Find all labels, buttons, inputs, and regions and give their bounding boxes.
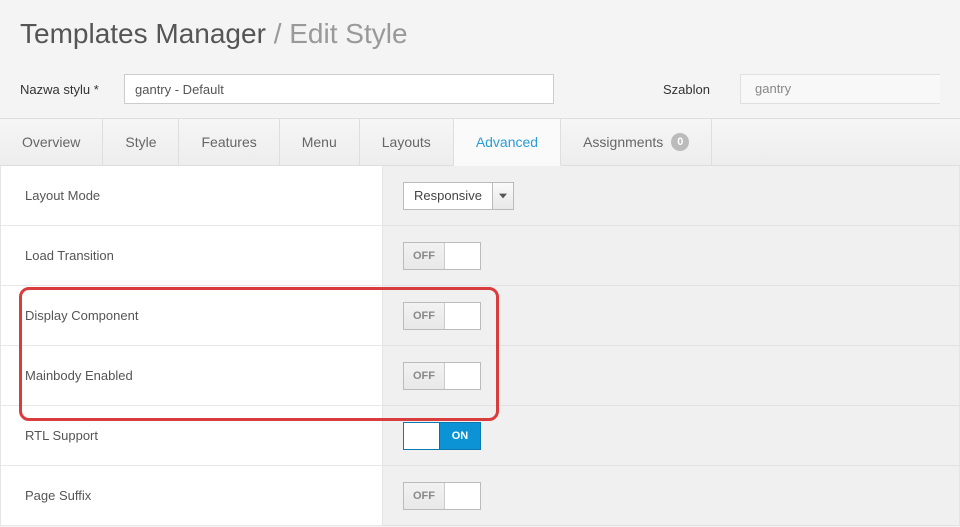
toggle-knob bbox=[444, 303, 480, 329]
display-component-toggle[interactable]: OFF bbox=[403, 302, 481, 330]
toggle-knob bbox=[444, 483, 480, 509]
tab-menu[interactable]: Menu bbox=[280, 119, 360, 165]
layout-mode-value: Responsive bbox=[403, 182, 492, 210]
row-control-rtl-support: ON bbox=[383, 406, 959, 466]
row-control-layout-mode: Responsive bbox=[383, 166, 959, 226]
template-value: gantry bbox=[740, 74, 940, 104]
load-transition-toggle[interactable]: OFF bbox=[403, 242, 481, 270]
style-name-input[interactable] bbox=[124, 74, 554, 104]
mainbody-enabled-toggle[interactable]: OFF bbox=[403, 362, 481, 390]
row-label-display-component: Display Component bbox=[1, 286, 382, 346]
template-group: Szablon gantry bbox=[663, 74, 940, 104]
settings-controls-column: Responsive OFF OFF OFF bbox=[383, 166, 960, 526]
toggle-state: ON bbox=[440, 423, 480, 449]
style-form-row: Nazwa stylu * Szablon gantry bbox=[0, 64, 960, 118]
tabs-bar: Overview Style Features Menu Layouts Adv… bbox=[0, 118, 960, 166]
title-sub: / Edit Style bbox=[274, 18, 408, 49]
layout-mode-select[interactable]: Responsive bbox=[403, 182, 514, 210]
tab-assignments-label: Assignments bbox=[583, 134, 663, 150]
toggle-state: OFF bbox=[404, 303, 444, 329]
tab-layouts[interactable]: Layouts bbox=[360, 119, 454, 165]
row-label-rtl-support: RTL Support bbox=[1, 406, 382, 466]
toggle-knob bbox=[404, 423, 440, 449]
toggle-state: OFF bbox=[404, 363, 444, 389]
tab-assignments[interactable]: Assignments 0 bbox=[561, 119, 712, 165]
title-main: Templates Manager bbox=[20, 18, 266, 49]
toggle-knob bbox=[444, 243, 480, 269]
style-name-label: Nazwa stylu * bbox=[20, 82, 110, 97]
page-header: Templates Manager / Edit Style bbox=[0, 0, 960, 64]
row-label-layout-mode: Layout Mode bbox=[1, 166, 382, 226]
row-label-mainbody-enabled: Mainbody Enabled bbox=[1, 346, 382, 406]
row-control-page-suffix: OFF bbox=[383, 466, 959, 526]
template-label: Szablon bbox=[663, 82, 710, 97]
toggle-knob bbox=[444, 363, 480, 389]
tab-features[interactable]: Features bbox=[179, 119, 279, 165]
page-title: Templates Manager / Edit Style bbox=[20, 18, 940, 50]
rtl-support-toggle[interactable]: ON bbox=[403, 422, 481, 450]
row-label-page-suffix: Page Suffix bbox=[1, 466, 382, 526]
tab-overview[interactable]: Overview bbox=[0, 119, 103, 165]
settings-panel: Layout Mode Load Transition Display Comp… bbox=[0, 166, 960, 526]
page-suffix-toggle[interactable]: OFF bbox=[403, 482, 481, 510]
assignments-count-badge: 0 bbox=[671, 133, 689, 151]
settings-labels-column: Layout Mode Load Transition Display Comp… bbox=[0, 166, 383, 526]
chevron-down-icon[interactable] bbox=[492, 182, 514, 210]
toggle-state: OFF bbox=[404, 483, 444, 509]
tab-style[interactable]: Style bbox=[103, 119, 179, 165]
row-label-load-transition: Load Transition bbox=[1, 226, 382, 286]
row-control-mainbody-enabled: OFF bbox=[383, 346, 959, 406]
row-control-display-component: OFF bbox=[383, 286, 959, 346]
row-control-load-transition: OFF bbox=[383, 226, 959, 286]
tab-advanced[interactable]: Advanced bbox=[454, 119, 561, 166]
toggle-state: OFF bbox=[404, 243, 444, 269]
